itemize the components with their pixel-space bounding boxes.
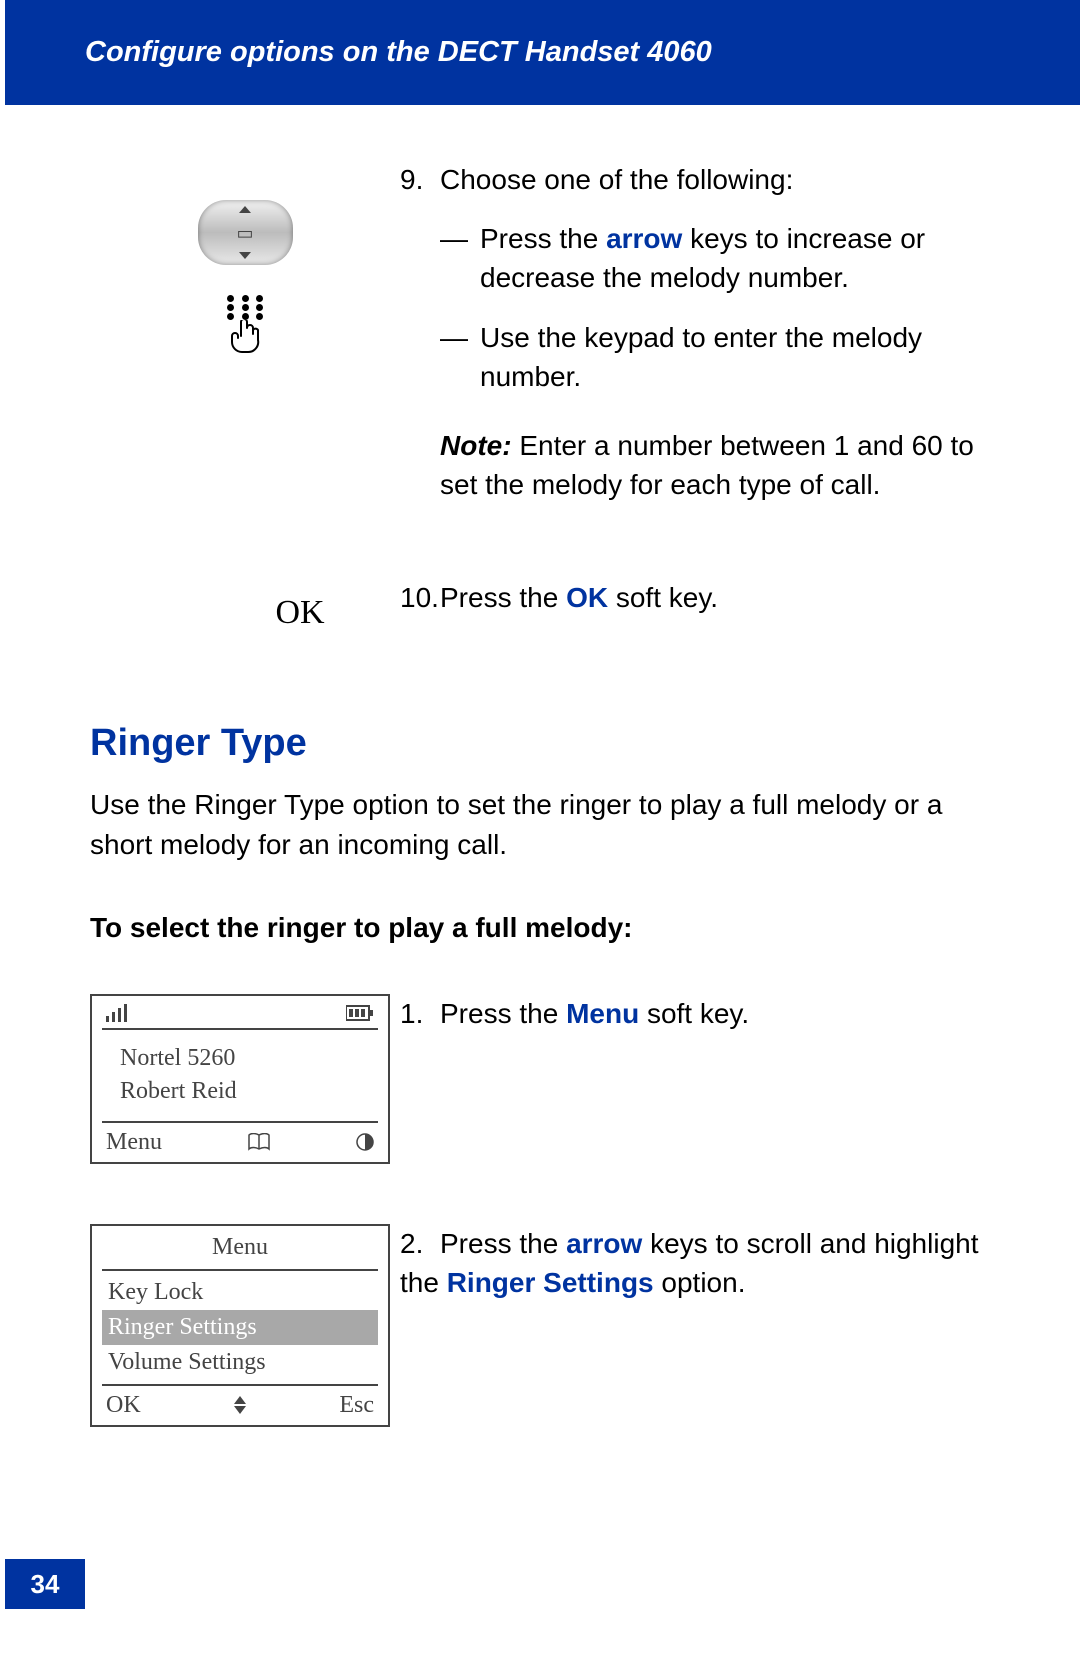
softkey-ok: OK bbox=[106, 1392, 141, 1419]
divider-icon bbox=[102, 1269, 378, 1271]
section-heading-ringer-type: Ringer Type bbox=[90, 722, 1000, 765]
softkey-esc: Esc bbox=[339, 1392, 374, 1419]
page-number: 34 bbox=[5, 1559, 85, 1609]
ringer-settings-keyword: Ringer Settings bbox=[447, 1267, 654, 1298]
contrast-icon bbox=[356, 1133, 374, 1151]
step-9-bullet-1: — Press the arrow keys to increase or de… bbox=[400, 219, 1000, 297]
divider-icon bbox=[102, 1384, 378, 1386]
lcd-softkey-bar: Menu bbox=[102, 1129, 378, 1156]
lcd-home-screen: Nortel 5260 Robert Reid Menu bbox=[90, 994, 400, 1164]
step-10-text: 10.Press the OK soft key. bbox=[400, 564, 1000, 617]
note-label: Note: bbox=[440, 430, 512, 461]
step-9-graphics: ▭ bbox=[90, 160, 400, 354]
menu-item-volume-settings: Volume Settings bbox=[102, 1345, 378, 1380]
softkey-menu: Menu bbox=[106, 1129, 162, 1156]
section-body: Use the Ringer Type option to set the ri… bbox=[90, 785, 1000, 863]
proc-step-1-number: 1. bbox=[400, 994, 440, 1033]
divider-icon bbox=[102, 1121, 378, 1123]
step-10-number: 10. bbox=[400, 578, 440, 617]
step-9-note: Note: Enter a number between 1 and 60 to… bbox=[400, 426, 1000, 504]
menu-item-ringer-settings: Ringer Settings bbox=[102, 1310, 378, 1345]
signal-icon bbox=[106, 1004, 130, 1022]
step-9-bullet-2-text: Use the keypad to enter the melody numbe… bbox=[480, 318, 1000, 396]
ok-keyword: OK bbox=[566, 582, 608, 613]
proc-step-1-text: 1.Press the Menu soft key. bbox=[400, 994, 1000, 1033]
lcd-status-bar bbox=[102, 1004, 378, 1022]
arrow-keyword: arrow bbox=[566, 1228, 642, 1259]
lcd-screen-menu: Menu Key Lock Ringer Settings Volume Set… bbox=[90, 1224, 390, 1427]
proc-step-2-number: 2. bbox=[400, 1224, 440, 1263]
up-down-arrows-icon bbox=[234, 1396, 246, 1414]
proc-step-1-row: Nortel 5260 Robert Reid Menu bbox=[90, 994, 1000, 1164]
step-9-row: ▭ 9.Choose one of the following: bbox=[90, 160, 1000, 504]
step-10-graphic: OK bbox=[90, 564, 400, 632]
battery-icon bbox=[346, 1005, 374, 1021]
page: Configure options on the DECT Handset 40… bbox=[0, 0, 1080, 1669]
note-text: Enter a number between 1 and 60 to set t… bbox=[440, 430, 974, 500]
lcd-menu-title: Menu bbox=[102, 1234, 378, 1263]
proc-step-2-text: 2.Press the arrow keys to scroll and hig… bbox=[400, 1224, 1000, 1302]
arrow-up-icon bbox=[234, 1396, 246, 1404]
menu-keyword: Menu bbox=[566, 998, 639, 1029]
step-9-lead-text: Choose one of the following: bbox=[440, 164, 793, 195]
header-bar: Configure options on the DECT Handset 40… bbox=[5, 0, 1080, 105]
step-9-lead: 9.Choose one of the following: bbox=[400, 160, 1000, 199]
step-9-bullet-2: — Use the keypad to enter the melody num… bbox=[400, 318, 1000, 396]
proc-step-2-row: Menu Key Lock Ringer Settings Volume Set… bbox=[90, 1224, 1000, 1427]
divider-icon bbox=[102, 1028, 378, 1030]
step-9-text: 9.Choose one of the following: — Press t… bbox=[400, 160, 1000, 504]
lcd-network-name: Nortel 5260 bbox=[120, 1042, 360, 1076]
lcd-softkey-bar: OK Esc bbox=[102, 1392, 378, 1419]
step-9-number: 9. bbox=[400, 160, 440, 199]
menu-item-key-lock: Key Lock bbox=[102, 1275, 378, 1310]
lcd-menu-screen: Menu Key Lock Ringer Settings Volume Set… bbox=[90, 1224, 400, 1427]
rocker-arrow-down-icon bbox=[239, 252, 251, 259]
keypad-dots-icon bbox=[227, 295, 263, 320]
rocker-book-icon: ▭ bbox=[236, 224, 253, 242]
dash-icon: — bbox=[440, 318, 480, 396]
page-number-value: 34 bbox=[31, 1569, 60, 1600]
arrow-down-icon bbox=[234, 1406, 246, 1414]
ok-softkey-label: OK bbox=[90, 584, 400, 632]
rocker-key-icon: ▭ bbox=[198, 200, 293, 265]
step-9-bullet-1-text: Press the arrow keys to increase or decr… bbox=[480, 219, 1000, 297]
keypad-hand-icon bbox=[220, 295, 270, 354]
hand-icon bbox=[227, 320, 263, 354]
lcd-home-content: Nortel 5260 Robert Reid bbox=[102, 1042, 378, 1109]
section-subheading: To select the ringer to play a full melo… bbox=[90, 912, 1000, 944]
step-10-row: OK 10.Press the OK soft key. bbox=[90, 564, 1000, 632]
lcd-screen-home: Nortel 5260 Robert Reid Menu bbox=[90, 994, 390, 1164]
book-open-icon bbox=[248, 1133, 270, 1151]
dash-icon: — bbox=[440, 219, 480, 297]
arrow-keyword: arrow bbox=[606, 223, 682, 254]
header-title: Configure options on the DECT Handset 40… bbox=[85, 36, 712, 69]
lcd-user-name: Robert Reid bbox=[120, 1075, 360, 1109]
rocker-arrow-up-icon bbox=[239, 206, 251, 213]
content-area: ▭ 9.Choose one of the following: bbox=[90, 150, 1000, 1427]
